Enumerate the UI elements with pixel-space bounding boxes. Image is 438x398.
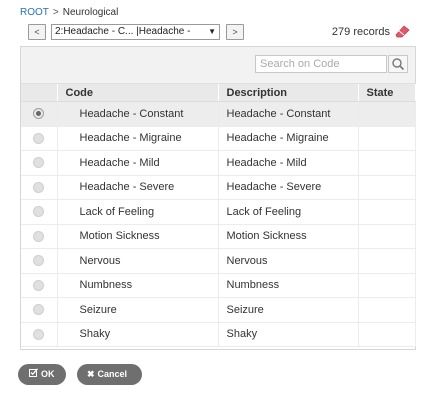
description-cell: Numbness <box>218 273 359 298</box>
row-radio[interactable] <box>33 108 44 120</box>
column-header-state[interactable]: State <box>358 84 416 102</box>
code-cell: Headache - Migraine <box>57 126 219 151</box>
description-cell: Headache - Severe <box>218 175 359 200</box>
table-header-row: Code Description State <box>21 84 416 102</box>
code-table: Code Description State Headache - Consta… <box>21 84 416 347</box>
code-list-panel: Code Description State Headache - Consta… <box>20 46 416 350</box>
cancel-button-label: Cancel <box>97 369 128 379</box>
state-cell <box>358 248 416 274</box>
code-cell: Nervous <box>57 248 219 274</box>
state-cell <box>358 297 416 323</box>
table-row[interactable]: Headache - Migraine Headache - Migraine <box>21 126 416 151</box>
code-cell: Shaky <box>57 322 219 347</box>
row-radio[interactable] <box>33 132 44 144</box>
table-row[interactable]: Headache - Mild Headache - Mild <box>21 150 416 176</box>
search-bar <box>21 47 415 84</box>
column-header-select <box>21 84 58 102</box>
state-cell <box>358 175 416 200</box>
breadcrumb-current: Neurological <box>62 7 119 18</box>
column-header-code[interactable]: Code <box>57 84 219 102</box>
record-select-value: 2:Headache - C... |Headache - <box>55 26 191 37</box>
row-radio[interactable] <box>33 328 44 340</box>
ok-button[interactable]: OK <box>18 364 66 385</box>
row-radio[interactable] <box>33 157 44 169</box>
state-cell <box>358 126 416 151</box>
record-select[interactable]: 2:Headache - C... |Headache - ▼ <box>51 24 220 40</box>
row-radio[interactable] <box>33 304 44 316</box>
ok-button-label: OK <box>41 369 55 379</box>
row-radio[interactable] <box>33 279 44 291</box>
search-icon <box>392 58 405 71</box>
table-row[interactable]: Seizure Seizure <box>21 297 416 323</box>
table-row[interactable]: Motion Sickness Motion Sickness <box>21 224 416 249</box>
code-cell: Headache - Severe <box>57 175 219 200</box>
state-cell <box>358 224 416 249</box>
state-cell <box>358 101 416 127</box>
breadcrumb: ROOT > Neurological <box>20 7 118 18</box>
description-cell: Shaky <box>218 322 359 347</box>
table-row[interactable]: Numbness Numbness <box>21 273 416 298</box>
column-header-description[interactable]: Description <box>218 84 359 102</box>
description-cell: Motion Sickness <box>218 224 359 249</box>
cancel-button[interactable]: ✖ Cancel <box>77 364 142 385</box>
table-row[interactable]: Headache - Severe Headache - Severe <box>21 175 416 200</box>
close-icon: ✖ <box>87 369 95 379</box>
table-row[interactable]: Nervous Nervous <box>21 248 416 274</box>
description-cell: Headache - Constant <box>218 101 359 127</box>
code-cell: Lack of Feeling <box>57 199 219 225</box>
code-cell: Headache - Constant <box>57 101 219 127</box>
checkbox-edit-icon <box>29 364 38 385</box>
eraser-icon[interactable] <box>395 25 410 38</box>
state-cell <box>358 199 416 225</box>
breadcrumb-separator: > <box>52 7 59 18</box>
description-cell: Nervous <box>218 248 359 274</box>
description-cell: Seizure <box>218 297 359 323</box>
table-row[interactable]: Shaky Shaky <box>21 322 416 347</box>
code-cell: Headache - Mild <box>57 150 219 176</box>
table-row[interactable]: Lack of Feeling Lack of Feeling <box>21 199 416 225</box>
chevron-down-icon: ▼ <box>208 27 216 36</box>
state-cell <box>358 150 416 176</box>
records-count: 279 records <box>331 26 390 38</box>
code-cell: Seizure <box>57 297 219 323</box>
row-radio[interactable] <box>33 206 44 218</box>
record-navigation-bar: < 2:Headache - C... |Headache - ▼ > 279 … <box>20 23 416 43</box>
description-cell: Lack of Feeling <box>218 199 359 225</box>
search-input[interactable] <box>255 55 387 73</box>
description-cell: Headache - Migraine <box>218 126 359 151</box>
table-row[interactable]: Headache - Constant Headache - Constant <box>21 101 416 127</box>
state-cell <box>358 273 416 298</box>
row-radio[interactable] <box>33 255 44 267</box>
breadcrumb-root-link[interactable]: ROOT <box>20 7 49 18</box>
next-record-button[interactable]: > <box>226 24 244 40</box>
description-cell: Headache - Mild <box>218 150 359 176</box>
code-cell: Motion Sickness <box>57 224 219 249</box>
previous-record-button[interactable]: < <box>28 24 46 40</box>
search-button[interactable] <box>388 55 408 73</box>
row-radio[interactable] <box>33 230 44 242</box>
code-cell: Numbness <box>57 273 219 298</box>
state-cell <box>358 322 416 347</box>
row-radio[interactable] <box>33 181 44 193</box>
